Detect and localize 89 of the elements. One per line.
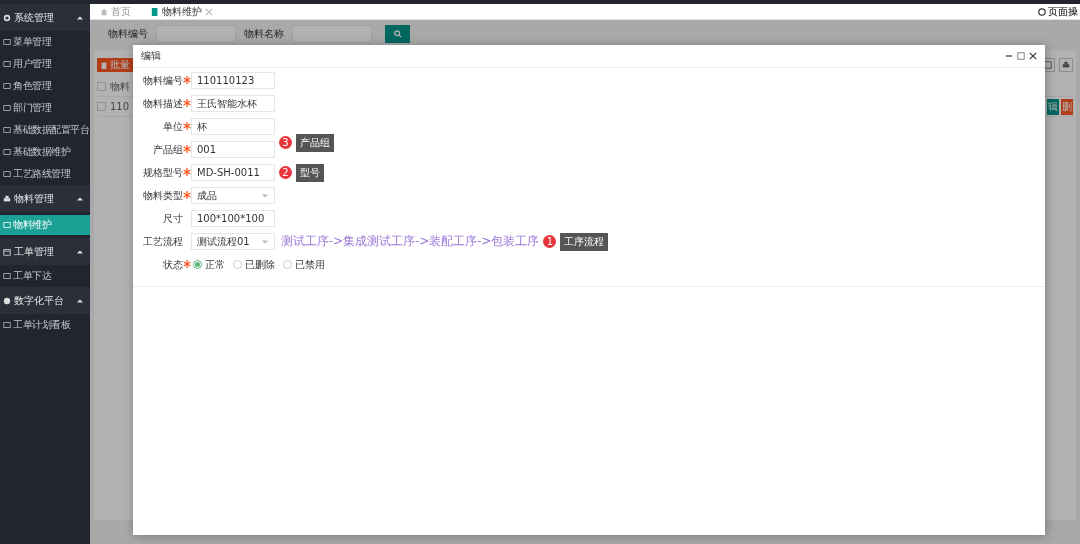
input-field[interactable]: 王氏智能水杯 [191, 95, 275, 112]
list-icon [3, 321, 11, 329]
field-label: 工艺流程 [143, 234, 183, 249]
menu-item[interactable]: 角色管理 [0, 75, 90, 97]
search-field[interactable] [156, 25, 236, 43]
input-field[interactable]: 杯 [191, 118, 275, 135]
number-badge: 2 [279, 166, 292, 179]
list-icon [3, 104, 11, 112]
menu-group[interactable]: 系统管理 [0, 4, 90, 31]
table-cell: 110 [110, 101, 130, 112]
grid-icon [1044, 61, 1052, 69]
home-icon [100, 7, 108, 16]
menu-item[interactable]: 工单计划看板 [0, 314, 90, 336]
input-field[interactable]: 100*100*100 [191, 210, 275, 227]
list-icon [3, 148, 11, 156]
process-flow-text: 测试工序->集成测试工序->装配工序->包装工序 [281, 233, 540, 250]
menu-group-label: 数字化平台 [14, 293, 65, 308]
menu-item[interactable]: 基础数据维护 [0, 141, 90, 163]
field-label: 产品组 [153, 142, 183, 157]
menu-group[interactable]: 数字化平台 [0, 287, 90, 314]
select-field[interactable]: 成品 [191, 187, 275, 204]
annotation-tooltip: 型号 [296, 163, 324, 182]
field-label: 状态 [163, 257, 183, 272]
field-label: 尺寸 [163, 211, 183, 226]
number-badge: 1 [543, 235, 557, 248]
menu-item[interactable]: 部门管理 [0, 97, 90, 119]
select-field[interactable]: 测试流程01 [191, 233, 275, 250]
menu-item-label: 角色管理 [13, 79, 51, 93]
radio-option[interactable]: 已删除 [233, 257, 275, 272]
printer-icon [1062, 61, 1070, 69]
field-label: 单位 [163, 119, 183, 134]
field-label: 物料描述 [143, 96, 183, 111]
field-label: 物料类型 [143, 188, 183, 203]
radio-option[interactable]: 正常 [193, 257, 225, 272]
menu-item-label: 物料维护 [13, 218, 51, 232]
annotation-tooltip: 工序流程 [560, 232, 609, 251]
close-button[interactable] [1029, 52, 1037, 60]
field-label: 规格型号 [143, 165, 183, 180]
menu-item[interactable]: 菜单管理 [0, 31, 90, 53]
menu-item-label: 工单下达 [13, 269, 51, 283]
print-button[interactable] [1059, 58, 1073, 72]
checkbox[interactable] [97, 82, 106, 91]
menu-item[interactable]: 工艺路线管理 [0, 163, 90, 185]
minimize-button[interactable] [1005, 52, 1013, 60]
menu-group[interactable]: 工单管理 [0, 238, 90, 265]
search-button[interactable] [385, 25, 410, 43]
menu-item-label: 基础数据维护 [13, 145, 70, 159]
menu-item-label: 基础数据配置平台 [13, 123, 89, 137]
list-icon [3, 126, 11, 134]
field-label: 物料编号 [143, 73, 183, 88]
trash-icon [100, 61, 108, 69]
menu-item[interactable]: 基础数据配置平台 [0, 119, 90, 141]
input-field[interactable]: 110110123 [191, 72, 275, 89]
input-field[interactable]: MD-SH-0011 [191, 164, 275, 181]
menu-item-label: 菜单管理 [13, 35, 51, 49]
list-icon [3, 60, 11, 68]
checkbox[interactable] [97, 102, 106, 111]
radio-option[interactable]: 已禁用 [283, 257, 325, 272]
menu-item[interactable]: 用户管理 [0, 53, 90, 75]
input-field[interactable]: 001 [191, 141, 275, 158]
page-icon [151, 7, 159, 16]
menu-group-label: 系统管理 [14, 10, 55, 25]
list-icon [3, 82, 11, 90]
dialog-title: 编辑 [141, 49, 162, 63]
search-label: 物料编号 [108, 27, 148, 41]
list-icon [3, 221, 11, 229]
caret-icon [261, 191, 269, 200]
menu-item[interactable]: 工单下达 [0, 265, 90, 287]
menu-item-label: 用户管理 [13, 57, 51, 71]
list-icon [3, 170, 11, 178]
maximize-button[interactable] [1017, 52, 1025, 60]
menu-item-label: 工艺路线管理 [13, 167, 70, 181]
list-icon [3, 272, 11, 280]
circle-icon [1038, 7, 1046, 16]
search-icon [393, 30, 402, 38]
calendar-icon [3, 247, 11, 256]
caret-icon [261, 237, 269, 246]
menu-group-label: 物料管理 [14, 191, 55, 206]
list-icon [3, 38, 11, 46]
annotation-tooltip: 产品组 [296, 133, 334, 152]
search-field[interactable] [292, 25, 372, 43]
number-badge: 3 [279, 136, 292, 149]
menu-group[interactable]: 物料管理 [0, 185, 90, 212]
search-label: 物料名称 [244, 27, 284, 41]
menu-group-label: 工单管理 [14, 244, 55, 259]
column-header: 物料 [110, 79, 130, 94]
menu-item-label: 工单计划看板 [13, 318, 70, 332]
close-icon [205, 7, 213, 16]
menu-item-label: 部门管理 [13, 101, 51, 115]
